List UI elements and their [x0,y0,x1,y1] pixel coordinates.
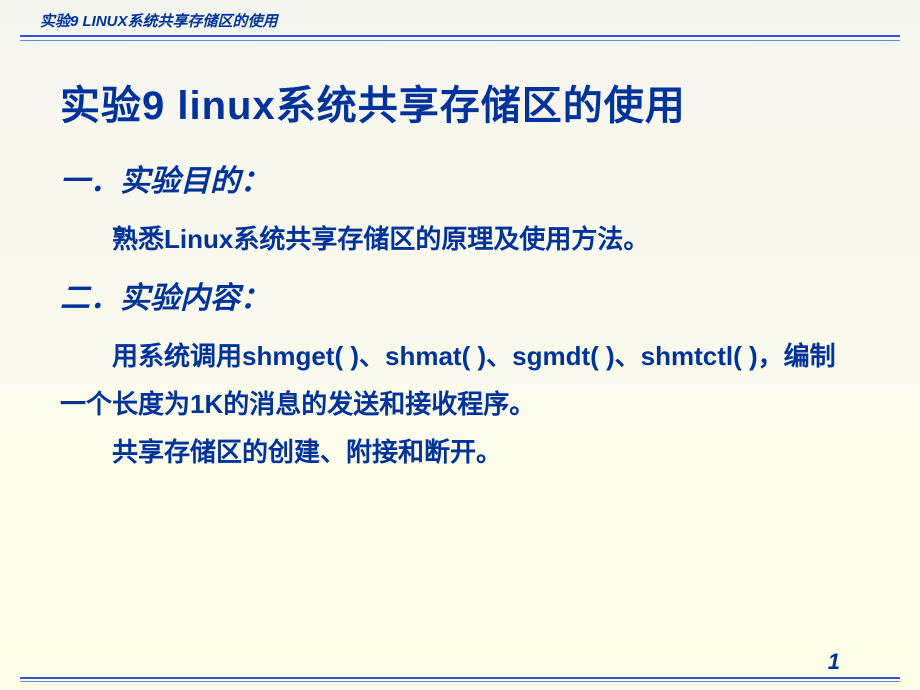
footer-line [20,677,900,679]
section-heading-1: 一．实验目的： [60,156,860,200]
content-area: 实验9 linux系统共享存储区的使用 一．实验目的： 熟悉Linux系统共享存… [0,43,920,496]
header-text: 实验9 LINUX系统共享存储区的使用 [40,10,880,43]
section-2-paragraph-1: 用系统调用shmget( )、shmat( )、sgmdt( )、shmtctl… [60,332,860,428]
footer-bar [20,677,900,682]
slide: 实验9 LINUX系统共享存储区的使用 实验9 linux系统共享存储区的使用 … [0,0,920,690]
section-1-paragraph-1: 熟悉Linux系统共享存储区的原理及使用方法。 [60,215,860,263]
section-heading-2: 二．实验内容： [60,273,860,317]
footer-line-thin [20,681,900,682]
page-number: 1 [828,649,840,675]
header-underline [20,35,900,37]
slide-title: 实验9 linux系统共享存储区的使用 [60,73,860,131]
header-underline-thin [20,40,900,41]
header-bar: 实验9 LINUX系统共享存储区的使用 [0,10,920,43]
section-2-paragraph-2: 共享存储区的创建、附接和断开。 [60,428,860,476]
